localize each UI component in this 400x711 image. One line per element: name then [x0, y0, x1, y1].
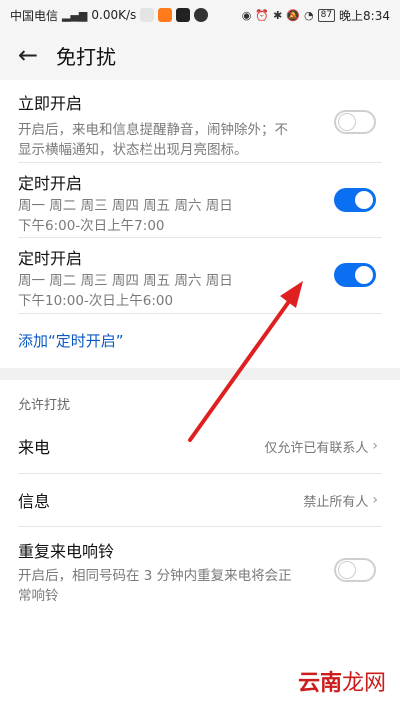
repeat-calls-title: 重复来电响铃: [18, 542, 115, 561]
schedule-1-days: 周一 周二 周三 周四 周五 周六 周日: [18, 198, 233, 214]
section-gap: [0, 368, 400, 380]
divider: [18, 526, 382, 527]
allow-section-header: 允许打扰: [0, 394, 400, 413]
calls-value: 仅允许已有联系人: [264, 440, 369, 456]
wifi-icon: ◔: [303, 8, 314, 22]
schedule-1-time: 下午6:00-次日上午7:00: [18, 218, 165, 234]
repeat-calls-desc-line1: 开启后，相同号码在 3 分钟内重复来电将会正: [18, 568, 292, 584]
arrow-left-icon: ←: [17, 41, 39, 69]
messages-label: 信息: [18, 492, 51, 511]
battery-icon: 87: [317, 8, 336, 22]
wechat-icon: [140, 8, 155, 22]
repeat-calls-row[interactable]: 重复来电响铃 开启后，相同号码在 3 分钟内重复来电将会正 常响铃: [0, 538, 400, 604]
bluetooth-icon: ✱: [273, 8, 283, 22]
immediate-row[interactable]: 立即开启 开启后，来电和信息提醒静音，闹钟除外；不 显示横幅通知，状态栏出现月亮…: [0, 90, 400, 160]
schedule-2-toggle[interactable]: [334, 263, 376, 287]
app-icon: [176, 8, 191, 22]
add-schedule-label: 添加“定时开启”: [18, 332, 124, 350]
add-schedule-link[interactable]: 添加“定时开启”: [0, 330, 400, 354]
video-app-icon: [158, 8, 173, 22]
schedule-row-2[interactable]: 定时开启 周一 周二 周三 周四 周五 周六 周日 下午10:00-次日上午6:…: [0, 245, 400, 309]
schedule-2-title: 定时开启: [18, 249, 83, 268]
status-bar: 中国电信 ▂▄▆ 0.00K/s ◉ ⏰ ✱ 🔕 ◔ 87 晚上8:34: [0, 0, 400, 30]
schedule-1-title: 定时开启: [18, 174, 83, 193]
divider: [18, 162, 382, 163]
immediate-toggle[interactable]: [334, 110, 376, 134]
immediate-desc-line2: 显示横幅通知，状态栏出现月亮图标。: [18, 142, 248, 158]
qq-icon: [194, 8, 209, 22]
chevron-right-icon: ›: [372, 438, 378, 454]
repeat-calls-toggle[interactable]: [334, 558, 376, 582]
eye-icon: ◉: [241, 8, 252, 22]
schedule-1-toggle[interactable]: [334, 188, 376, 212]
calls-label: 来电: [18, 438, 51, 457]
schedule-2-days: 周一 周二 周三 周四 周五 周六 周日: [18, 273, 233, 289]
carrier-label: 中国电信: [10, 8, 59, 23]
immediate-desc-line1: 开启后，来电和信息提醒静音，闹钟除外；不: [18, 122, 288, 138]
divider: [18, 473, 382, 474]
app-bar: ← 免打扰: [0, 30, 400, 80]
page-title: 免打扰: [56, 44, 116, 69]
allow-section-title: 允许打扰: [18, 398, 71, 413]
messages-value-wrap: 禁止所有人 ›: [303, 491, 378, 510]
signal-icon: ▂▄▆: [62, 8, 88, 22]
watermark-text-b: 龙网: [341, 671, 386, 696]
clock: 晚上8:34: [339, 8, 390, 23]
watermark-logo: 云南龙网: [298, 665, 386, 697]
alarm-icon: ⏰: [255, 8, 270, 22]
bell-off-icon: 🔕: [286, 8, 300, 22]
divider: [18, 313, 382, 314]
network-speed: 0.00K/s: [91, 8, 137, 22]
repeat-calls-desc-line2: 常响铃: [18, 588, 59, 604]
calls-row[interactable]: 来电 仅允许已有联系人 ›: [0, 430, 400, 462]
back-button[interactable]: ←: [0, 30, 56, 80]
schedule-2-time: 下午10:00-次日上午6:00: [18, 293, 174, 309]
messages-row[interactable]: 信息 禁止所有人 ›: [0, 484, 400, 516]
watermark-text-a: 云南: [297, 670, 342, 696]
calls-value-wrap: 仅允许已有联系人 ›: [264, 437, 378, 456]
chevron-right-icon: ›: [372, 492, 378, 508]
immediate-title: 立即开启: [18, 94, 83, 113]
divider: [18, 237, 382, 238]
messages-value: 禁止所有人: [303, 494, 369, 510]
schedule-row-1[interactable]: 定时开启 周一 周二 周三 周四 周五 周六 周日 下午6:00-次日上午7:0…: [0, 170, 400, 234]
